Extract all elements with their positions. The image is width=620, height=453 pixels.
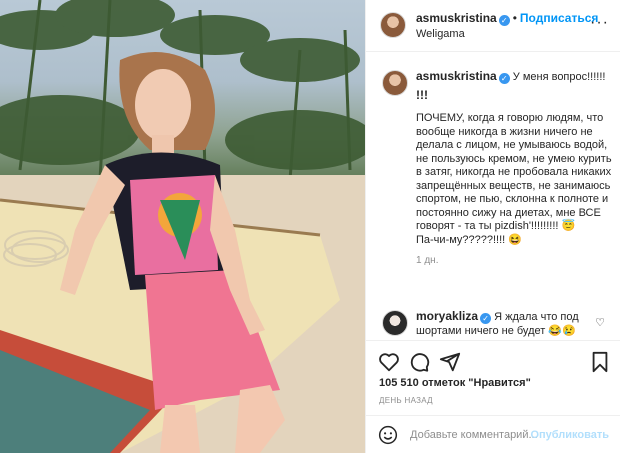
- caption-avatar[interactable]: [382, 70, 408, 96]
- caption-first-line: asmuskristina ✓ У меня вопрос!!!!!!: [416, 69, 614, 85]
- bookmark-icon[interactable]: [589, 351, 611, 373]
- post-side-panel: asmuskristina ✓ • Подписаться Weligama ··· …: [365, 0, 620, 453]
- share-icon[interactable]: [439, 351, 461, 373]
- publish-button[interactable]: Опубликовать: [530, 429, 609, 441]
- caption-text: ПОЧЕМУ, когда я говорю людям, что вообще…: [416, 112, 612, 246]
- comment-body: moryakliza ✓ Я ждала что под шортами ниче…: [416, 309, 591, 338]
- comment-icon[interactable]: [408, 351, 430, 373]
- caption-time[interactable]: 1 дн.: [416, 254, 614, 268]
- location-link[interactable]: Weligama: [416, 28, 465, 40]
- commenter-avatar[interactable]: [382, 310, 408, 336]
- verified-badge-icon: ✓: [498, 15, 510, 26]
- author-avatar[interactable]: [380, 12, 406, 38]
- caption-heading: У меня вопрос!!!!!!: [512, 71, 606, 83]
- caption-username[interactable]: asmuskristina: [416, 69, 497, 83]
- post-photo[interactable]: [0, 0, 365, 453]
- post-header: asmuskristina ✓ • Подписаться Weligama ···: [366, 0, 620, 52]
- commenter-username[interactable]: moryakliza: [416, 309, 478, 323]
- add-comment-bar: Опубликовать: [366, 415, 620, 453]
- post-photo-illustration: [0, 0, 365, 453]
- post-date: ДЕНЬ НАЗАД: [379, 396, 433, 405]
- action-bar: 105 510 отметок "Нравится" ДЕНЬ НАЗАД: [366, 340, 620, 410]
- verified-badge-icon: ✓: [480, 313, 492, 324]
- emoji-icon[interactable]: [378, 425, 398, 445]
- likes-count[interactable]: 105 510 отметок "Нравится": [379, 377, 531, 389]
- separator-dot: •: [512, 11, 517, 25]
- author-line: asmuskristina ✓ • Подписаться: [416, 11, 598, 26]
- verified-badge-icon: ✓: [498, 73, 510, 84]
- heart-icon[interactable]: [378, 351, 400, 373]
- caption-body: asmuskristina ✓ У меня вопрос!!!!!! !!! П…: [416, 69, 614, 268]
- follow-button[interactable]: Подписаться: [520, 11, 598, 25]
- caption-exclaim: !!!: [416, 87, 428, 102]
- comment-like-heart-icon[interactable]: ♡: [595, 316, 605, 329]
- author-username[interactable]: asmuskristina: [416, 11, 497, 25]
- more-options-icon[interactable]: ···: [590, 14, 609, 32]
